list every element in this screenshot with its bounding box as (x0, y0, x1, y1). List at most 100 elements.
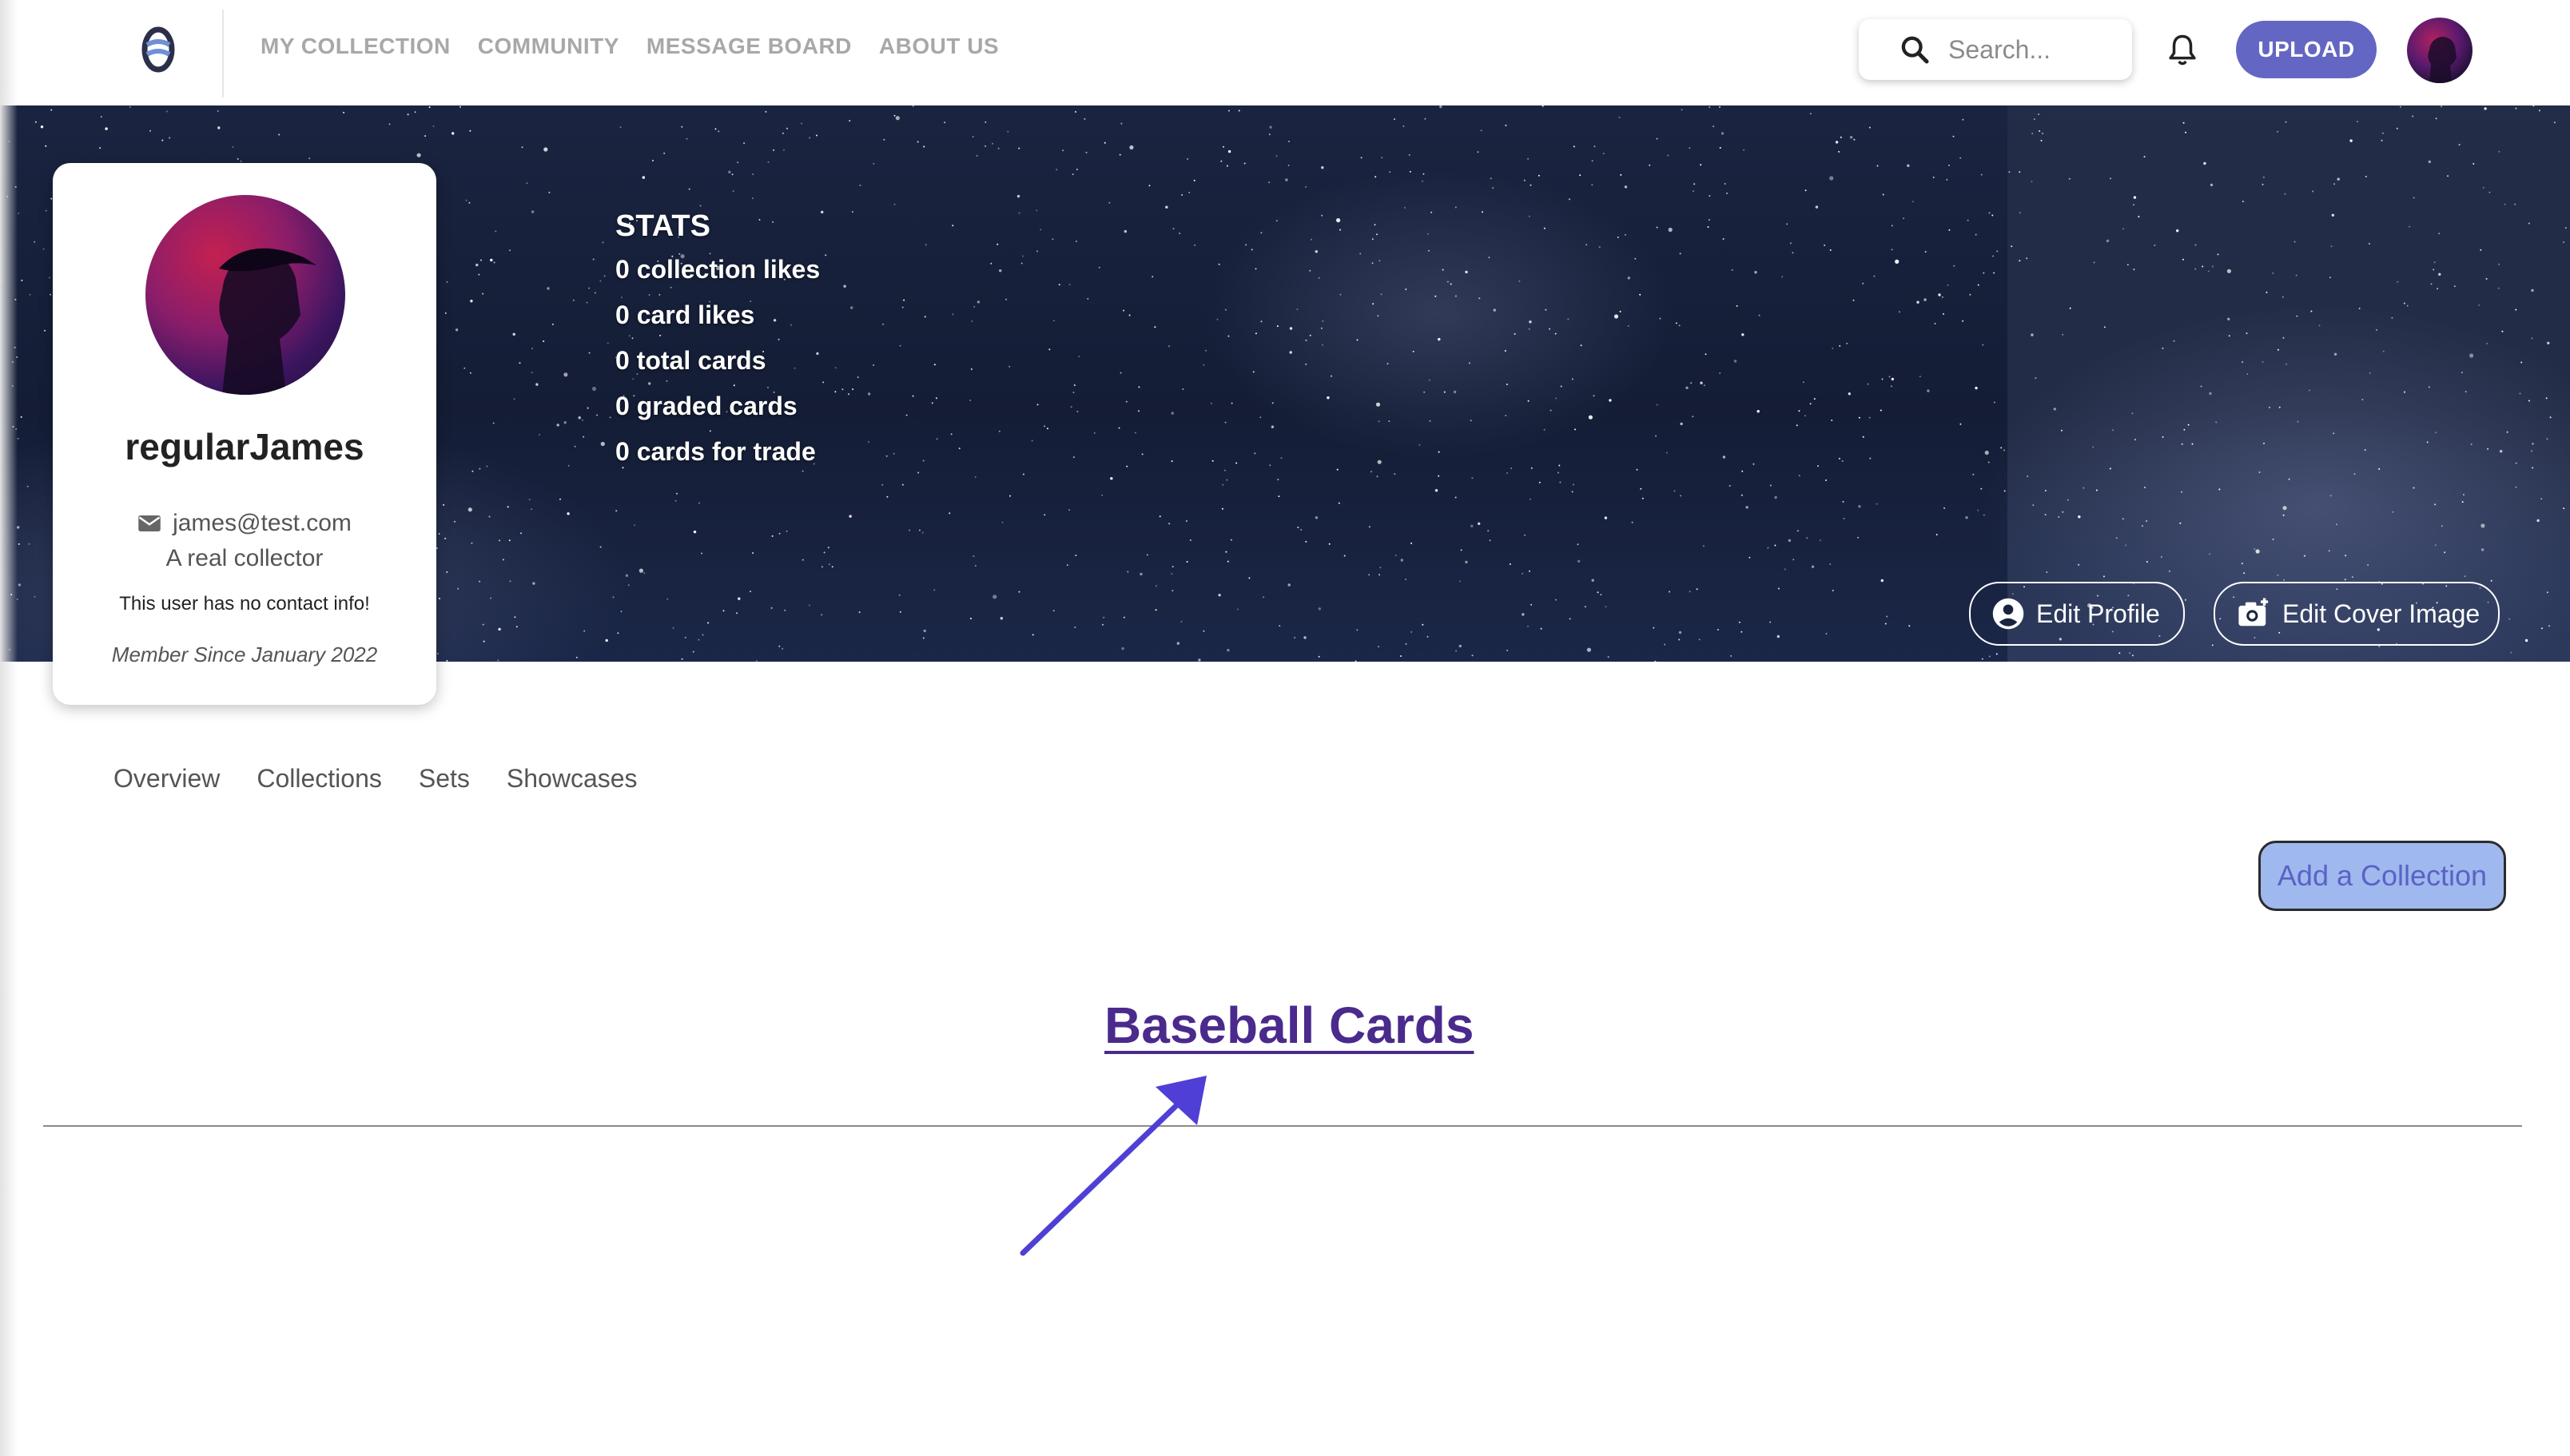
star (1585, 244, 1588, 246)
edit-profile-button[interactable]: Edit Profile (1969, 582, 2185, 646)
star (493, 261, 495, 264)
star (770, 607, 773, 609)
star (2382, 350, 2385, 352)
star (1559, 481, 1561, 483)
star (1819, 539, 1821, 542)
star (1975, 386, 1978, 390)
star (663, 152, 666, 154)
star (849, 515, 852, 518)
tab-collections[interactable]: Collections (257, 764, 382, 794)
star (2397, 280, 2399, 283)
star (1016, 194, 1020, 198)
star (1159, 515, 1161, 518)
star (2400, 105, 2401, 108)
star (1062, 149, 1064, 152)
nav-message-board[interactable]: MESSAGE BOARD (646, 34, 852, 59)
tab-sets[interactable]: Sets (419, 764, 470, 794)
star (2168, 570, 2170, 572)
site-logo-icon[interactable] (136, 24, 181, 75)
star (1328, 543, 1331, 545)
star (1703, 384, 1705, 387)
star (912, 395, 914, 397)
star (2310, 310, 2313, 312)
star (1673, 490, 1676, 492)
star (2122, 518, 2124, 520)
star (1593, 395, 1595, 397)
star (2538, 109, 2540, 112)
star (446, 571, 448, 573)
star (2404, 391, 2405, 393)
upload-button[interactable]: UPLOAD (2236, 21, 2377, 78)
star (809, 137, 811, 139)
edit-cover-image-button[interactable]: Edit Cover Image (2214, 582, 2500, 646)
nav-about-us[interactable]: ABOUT US (879, 34, 999, 59)
star (414, 111, 416, 113)
star (443, 503, 445, 506)
star (2358, 308, 2361, 309)
star (428, 106, 431, 109)
star (1263, 596, 1265, 599)
stats-title: STATS (615, 209, 710, 243)
collection-link-baseball-cards[interactable]: Baseball Cards (1104, 996, 1474, 1055)
star (2184, 599, 2186, 601)
star (1075, 111, 1076, 113)
nav-community[interactable]: COMMUNITY (478, 34, 619, 59)
star (2031, 181, 2033, 183)
star (547, 287, 550, 290)
search-input[interactable] (1947, 34, 2110, 66)
star (2564, 227, 2567, 229)
star (1321, 166, 1324, 169)
star (977, 300, 981, 304)
star (34, 121, 37, 123)
star (1631, 521, 1633, 523)
star (2277, 348, 2279, 351)
star (2463, 494, 2465, 496)
tab-overview[interactable]: Overview (113, 764, 220, 794)
star (563, 421, 567, 424)
star (1320, 327, 1323, 329)
star (2044, 514, 2047, 515)
star (2510, 651, 2512, 654)
star (1443, 391, 1446, 393)
star (756, 660, 758, 662)
star (767, 161, 770, 163)
star (1075, 241, 1077, 242)
star (1372, 303, 1375, 305)
tab-showcases[interactable]: Showcases (507, 764, 638, 794)
star (1275, 155, 1278, 157)
star (1580, 344, 1582, 347)
star (1394, 555, 1397, 556)
nav-my-collection[interactable]: MY COLLECTION (261, 34, 451, 59)
star (2515, 462, 2517, 464)
star (1591, 579, 1594, 582)
star (976, 155, 978, 157)
star (1460, 549, 1462, 551)
star (2447, 175, 2449, 177)
star (1140, 572, 1143, 576)
star (750, 591, 751, 593)
star (1227, 109, 1230, 112)
star (1528, 215, 1530, 217)
main-nav: MY COLLECTION COMMUNITY MESSAGE BOARD AB… (261, 34, 999, 59)
star (1724, 183, 1726, 185)
search-box[interactable] (1859, 19, 2132, 80)
star (1982, 344, 1984, 346)
star (1389, 171, 1391, 173)
star (784, 609, 786, 611)
star (2040, 140, 2043, 141)
profile-tagline: A real collector (165, 545, 324, 571)
star (551, 323, 554, 325)
star (1327, 396, 1330, 400)
star (1245, 244, 1247, 246)
star (2041, 133, 2043, 134)
add-collection-button[interactable]: Add a Collection (2258, 841, 2506, 911)
star (2487, 448, 2489, 450)
star (105, 127, 108, 130)
user-avatar[interactable] (2407, 18, 2473, 83)
star (2470, 444, 2473, 445)
star (2344, 579, 2346, 581)
star (2433, 261, 2436, 264)
star (1182, 388, 1184, 390)
notifications-bell-icon[interactable] (2166, 32, 2199, 73)
star (1260, 320, 1263, 323)
